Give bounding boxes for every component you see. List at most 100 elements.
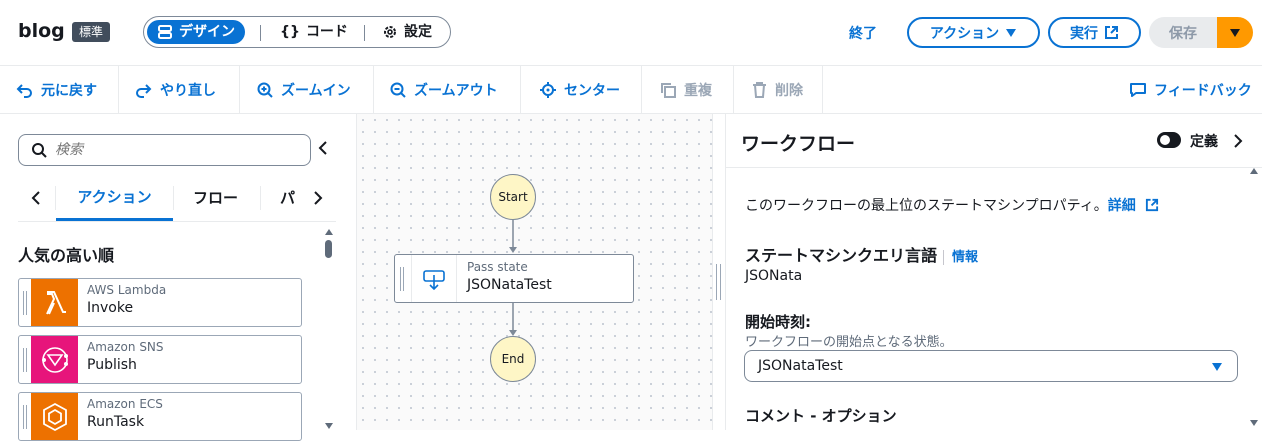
- design-mode-label: デザイン: [179, 24, 235, 40]
- feedback-label: フィードバック: [1154, 82, 1252, 99]
- run-button[interactable]: 実行: [1048, 17, 1141, 48]
- center-label: センター: [564, 82, 620, 99]
- definition-toggle[interactable]: [1157, 132, 1181, 148]
- service-name: Amazon SNS: [87, 340, 164, 354]
- start-node[interactable]: Start: [490, 174, 536, 220]
- pass-state-icon: [411, 255, 457, 302]
- search-icon: [32, 143, 47, 158]
- zoom-in-icon: [257, 82, 273, 98]
- list-item-lambda-invoke[interactable]: AWS Lambda Invoke: [18, 278, 302, 327]
- inspector-scrollbar[interactable]: [1250, 168, 1258, 430]
- toolbar-divider: [239, 66, 240, 113]
- comment-heading: コメント - オプション: [745, 407, 897, 425]
- search-input[interactable]: [55, 142, 275, 158]
- feedback-icon: [1130, 82, 1146, 97]
- definition-toggle-label: 定義: [1190, 134, 1218, 150]
- canvas-toolbar: 元に戻す やり直し ズームイン ズームアウト センター 重複 削除 フィードバッ…: [0, 66, 1262, 114]
- list-item-ecs-runtask[interactable]: Amazon ECS RunTask: [18, 392, 302, 441]
- panel-scrollbar[interactable]: [324, 114, 334, 430]
- search-box: [18, 134, 311, 166]
- workflow-canvas[interactable]: Start Pass state JSONataTest End: [357, 114, 712, 430]
- delete-button[interactable]: 削除: [752, 66, 803, 113]
- action-name: Invoke: [87, 300, 134, 316]
- save-dropdown-button[interactable]: [1217, 17, 1253, 48]
- undo-label: 元に戻す: [41, 82, 97, 99]
- zoom-out-icon: [390, 82, 406, 98]
- amazon-ecs-icon: [31, 393, 78, 440]
- mode-divider: [364, 25, 365, 41]
- action-name: RunTask: [87, 414, 145, 430]
- resize-handle-icon[interactable]: [716, 264, 721, 300]
- copy-icon: [661, 82, 676, 98]
- design-mode-button[interactable]: デザイン: [147, 20, 245, 44]
- design-icon: [158, 25, 172, 39]
- tab-actions[interactable]: アクション: [56, 174, 173, 221]
- tab-divider: [260, 186, 261, 210]
- settings-mode-button[interactable]: 設定: [372, 20, 442, 44]
- info-link[interactable]: 情報: [943, 250, 979, 265]
- start-at-select[interactable]: JSONataTest: [744, 350, 1238, 382]
- states-browser-panel: アクション フロー パ 人気の高い順 AWS Lambda Invoke Ama…: [0, 114, 357, 441]
- trash-icon: [753, 81, 766, 98]
- scroll-down-icon[interactable]: [1250, 420, 1258, 427]
- chevron-right-icon[interactable]: [1232, 133, 1244, 149]
- workflow-name: blog: [18, 20, 65, 42]
- panel-resizer[interactable]: [712, 114, 726, 430]
- details-link-label: 詳細: [1107, 198, 1136, 214]
- redo-button[interactable]: やり直し: [135, 66, 216, 113]
- details-link[interactable]: 詳細: [1108, 198, 1159, 214]
- drag-handle-icon[interactable]: [23, 405, 27, 429]
- list-item-sns-publish[interactable]: Amazon SNS Publish: [18, 335, 302, 384]
- zoom-in-button[interactable]: ズームイン: [257, 66, 351, 113]
- scroll-up-icon[interactable]: [324, 228, 334, 236]
- toolbar-divider: [118, 66, 119, 113]
- drag-handle-icon[interactable]: [23, 291, 27, 315]
- drag-handle-icon[interactable]: [400, 267, 404, 291]
- chevron-left-icon[interactable]: [30, 190, 42, 206]
- description-text: このワークフローの最上位のステートマシンプロパティ。: [745, 198, 1108, 214]
- redo-icon: [136, 83, 152, 98]
- state-name: JSONataTest: [467, 277, 552, 293]
- tab-patterns[interactable]: パ: [280, 174, 302, 221]
- center-button[interactable]: センター: [540, 66, 620, 113]
- description-line: このワークフローの最上位のステートマシンプロパティ。詳細: [745, 195, 1159, 215]
- service-name: AWS Lambda: [87, 283, 167, 297]
- exit-link[interactable]: 終了: [849, 23, 877, 43]
- code-mode-label: コード: [305, 24, 348, 40]
- amazon-sns-icon: [31, 336, 78, 383]
- end-node[interactable]: End: [490, 336, 536, 382]
- inspector-panel: ワークフロー 定義 このワークフローの最上位のステートマシンプロパティ。詳細 ス…: [726, 114, 1262, 430]
- code-mode-button[interactable]: {} コード: [270, 20, 358, 44]
- zoom-out-button[interactable]: ズームアウト: [390, 66, 498, 113]
- scroll-down-icon[interactable]: [324, 422, 334, 430]
- crosshair-icon: [540, 81, 556, 98]
- zoom-in-label: ズームイン: [281, 82, 351, 99]
- toolbar-divider: [641, 66, 642, 113]
- action-name: Publish: [87, 357, 137, 373]
- duplicate-button[interactable]: 重複: [660, 66, 712, 113]
- save-button[interactable]: 保存: [1149, 17, 1217, 48]
- run-label: 実行: [1070, 25, 1098, 42]
- type-badge: 標準: [72, 22, 111, 42]
- query-language-value: JSONata: [745, 268, 803, 284]
- start-at-description: ワークフローの開始点となる状態。: [745, 335, 953, 350]
- chevron-right-icon[interactable]: [312, 190, 324, 206]
- service-name: Amazon ECS: [87, 397, 163, 411]
- save-button-group: 保存: [1149, 17, 1253, 48]
- start-at-value: JSONataTest: [758, 358, 843, 374]
- top-bar: blog 標準 デザイン {} コード 設定 終了 アクション 実行 保存: [0, 0, 1262, 66]
- scrollbar-thumb[interactable]: [325, 240, 332, 258]
- drag-handle-icon[interactable]: [23, 348, 27, 372]
- tab-flow[interactable]: フロー: [193, 174, 238, 221]
- duplicate-label: 重複: [684, 82, 712, 99]
- pass-state-node[interactable]: Pass state JSONataTest: [394, 254, 634, 303]
- query-language-heading-row: ステートマシンクエリ言語 情報: [745, 242, 979, 266]
- delete-label: 削除: [775, 82, 803, 99]
- undo-button[interactable]: 元に戻す: [16, 66, 97, 113]
- toolbar-divider: [733, 66, 734, 113]
- feedback-button[interactable]: フィードバック: [1130, 66, 1252, 113]
- caret-down-icon: [1212, 363, 1222, 371]
- action-dropdown-button[interactable]: アクション: [907, 17, 1040, 48]
- start-at-heading: 開始時刻:: [745, 313, 811, 331]
- scroll-up-icon[interactable]: [1250, 168, 1258, 175]
